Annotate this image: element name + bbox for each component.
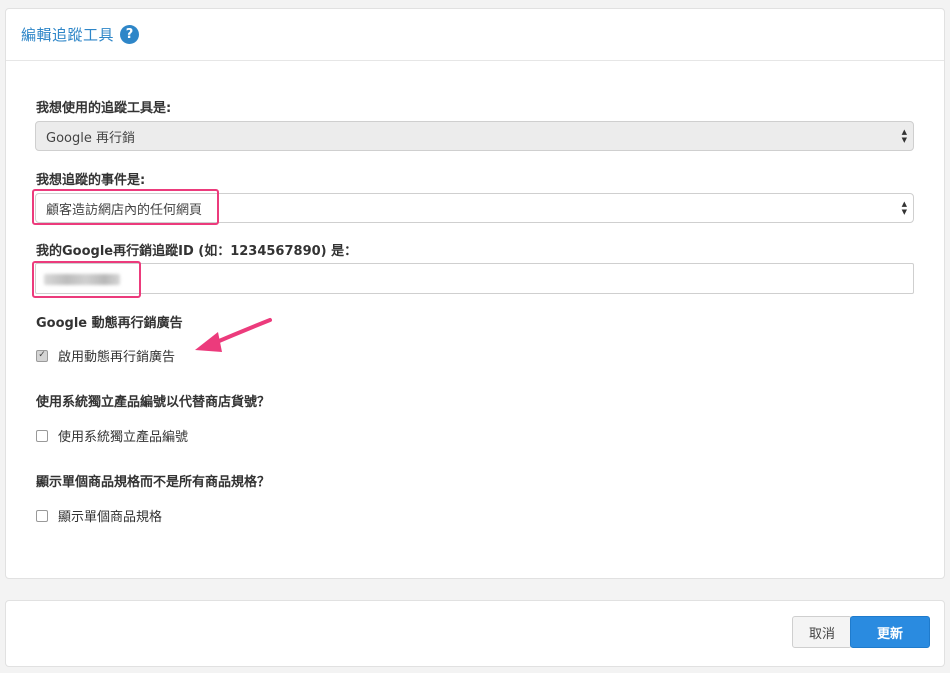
- annotation-arrow-icon: [195, 318, 272, 352]
- system-id-checkbox-label: 使用系統獨立產品編號: [58, 430, 189, 445]
- check-icon: ✓: [38, 350, 46, 360]
- system-id-checkbox-row[interactable]: 使用系統獨立產品編號: [36, 426, 188, 445]
- tool-label: 我想使用的追蹤工具是:: [36, 101, 172, 116]
- system-id-checkbox[interactable]: [36, 429, 48, 442]
- event-select[interactable]: 顧客造訪網店內的任何網頁 ▲ ▼: [35, 193, 914, 223]
- single-variant-heading: 顯示單個商品規格而不是所有商品規格？: [36, 475, 271, 490]
- single-variant-checkbox[interactable]: [36, 509, 48, 522]
- select-arrows-icon: ▲ ▼: [901, 128, 907, 144]
- dynamic-checkbox-row[interactable]: ✓ 啟用動態再行銷廣告: [36, 346, 175, 365]
- panel-header: 編輯追蹤工具 ?: [6, 9, 944, 61]
- update-button[interactable]: 更新: [850, 616, 930, 648]
- dynamic-checkbox-label: 啟用動態再行銷廣告: [58, 350, 176, 365]
- dynamic-checkbox[interactable]: ✓: [36, 349, 48, 362]
- tool-select-value: Google 再行銷: [46, 130, 135, 146]
- single-variant-checkbox-label: 顯示單個商品規格: [58, 510, 163, 525]
- tracking-id-label: 我的Google再行銷追蹤ID (如：1234567890) 是：: [36, 244, 358, 259]
- select-arrows-icon: ▲ ▼: [901, 200, 907, 216]
- tracking-id-input[interactable]: [35, 263, 914, 294]
- system-id-heading: 使用系統獨立產品編號以代替商店貨號？: [36, 395, 271, 410]
- question-circle-icon[interactable]: ?: [120, 25, 140, 44]
- single-variant-checkbox-row[interactable]: 顯示單個商品規格: [36, 506, 162, 525]
- event-label: 我想追蹤的事件是:: [36, 173, 146, 188]
- page-title: 編輯追蹤工具: [21, 26, 115, 44]
- dynamic-heading: Google 動態再行銷廣告: [36, 316, 183, 331]
- cancel-button[interactable]: 取消: [792, 616, 852, 648]
- event-select-value: 顧客造訪網店內的任何網頁: [46, 202, 203, 218]
- footer-bar: 取消 更新: [5, 600, 945, 667]
- redacted-value: [44, 274, 120, 285]
- tool-select[interactable]: Google 再行銷 ▲ ▼: [35, 121, 914, 151]
